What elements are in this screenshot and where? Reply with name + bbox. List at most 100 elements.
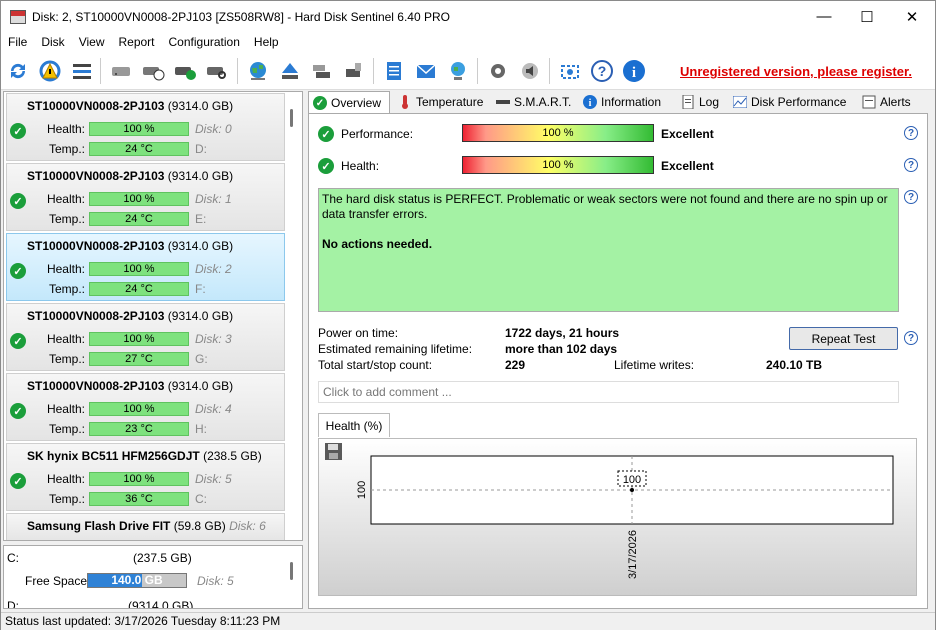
- temp-bar: 24 °C: [89, 142, 189, 156]
- menu-file[interactable]: File: [1, 35, 34, 49]
- disk-search-icon[interactable]: [203, 57, 231, 85]
- thermometer-icon: [398, 95, 412, 109]
- ok-check-icon: ✓: [10, 333, 26, 349]
- power-on-label: Power on time:: [318, 326, 399, 340]
- disk-stack-icon[interactable]: [308, 57, 336, 85]
- tab-alerts[interactable]: Alerts: [858, 91, 911, 113]
- tab-overview[interactable]: ✓ Overview: [308, 91, 390, 114]
- info-icon: i: [583, 95, 597, 109]
- register-link[interactable]: Unregistered version, please register.: [680, 64, 912, 79]
- health-label: Health:: [46, 332, 85, 346]
- menu-disk[interactable]: Disk: [34, 35, 71, 49]
- disk-item-5[interactable]: SK hynix BC511 HFM256GDJT (238.5 GB) ✓ H…: [6, 443, 285, 511]
- svg-text:?: ?: [598, 63, 607, 79]
- temp-bar: 23 °C: [89, 422, 189, 436]
- drive-letter: E:: [195, 212, 207, 226]
- repeat-test-button[interactable]: Repeat Test: [789, 327, 898, 350]
- disk-name: SK hynix BC511 HFM256GDJT (238.5 GB): [27, 449, 262, 463]
- svg-text:i: i: [632, 65, 636, 81]
- data-point: [630, 488, 634, 492]
- sound-icon[interactable]: [516, 57, 544, 85]
- health-label: Health:: [46, 262, 85, 276]
- mail-icon[interactable]: [412, 57, 440, 85]
- tab-smart[interactable]: S.M.A.R.T.: [492, 91, 571, 113]
- maximize-button[interactable]: ☐: [844, 1, 890, 32]
- smart-icon: [496, 95, 510, 109]
- volume-scrollbar[interactable]: [290, 562, 293, 580]
- health-help-icon[interactable]: ?: [904, 158, 918, 172]
- performance-chart-icon: [733, 95, 747, 109]
- disk-list-scrollbar[interactable]: [290, 109, 293, 127]
- disk-copy-icon[interactable]: [340, 57, 368, 85]
- health-bar: 100 %: [89, 262, 189, 276]
- gear-icon[interactable]: [484, 57, 512, 85]
- disk-item-1[interactable]: ST10000VN0008-2PJ103 (9314.0 GB) ✓ Healt…: [6, 163, 285, 231]
- performance-help-icon[interactable]: ?: [904, 126, 918, 140]
- x-tick-label: 3/17/2026: [627, 530, 639, 579]
- temp-label: Temp.:: [48, 352, 85, 366]
- disk-item-4[interactable]: ST10000VN0008-2PJ103 (9314.0 GB) ✓ Healt…: [6, 373, 285, 441]
- drive-letter: D:: [195, 142, 207, 156]
- action-text: No actions needed.: [322, 237, 433, 251]
- menu-help[interactable]: Help: [247, 35, 286, 49]
- status-help-icon[interactable]: ?: [904, 190, 918, 204]
- ok-check-icon: ✓: [10, 403, 26, 419]
- menu-view[interactable]: View: [72, 35, 112, 49]
- info-icon[interactable]: i: [620, 57, 648, 85]
- disk-name: ST10000VN0008-2PJ103 (9314.0 GB): [27, 309, 234, 323]
- health-label: Health:: [46, 192, 85, 206]
- temp-label: Temp.:: [48, 422, 85, 436]
- comment-input[interactable]: Click to add comment ...: [318, 381, 899, 403]
- disk-list-icon[interactable]: [68, 57, 96, 85]
- ok-check-icon: ✓: [10, 473, 26, 489]
- disk-name: ST10000VN0008-2PJ103 (9314.0 GB): [27, 239, 234, 253]
- refresh-icon[interactable]: [4, 57, 32, 85]
- health-chart: 100 3/17/2026 100: [356, 455, 894, 579]
- menu-configuration[interactable]: Configuration: [162, 35, 247, 49]
- volume-c-size: (237.5 GB): [133, 551, 192, 565]
- disk-drive-icon[interactable]: [107, 57, 135, 85]
- drive-letter: C:: [195, 492, 207, 506]
- tab-information[interactable]: i Information: [579, 91, 661, 113]
- toolbar-separator: [477, 58, 478, 84]
- disk-index: Disk: 5: [195, 472, 232, 486]
- alerts-icon: [862, 95, 876, 109]
- drive-letter: F:: [195, 282, 206, 296]
- tab-health-chart[interactable]: Health (%): [318, 413, 390, 437]
- refresh-warning-icon[interactable]: [36, 57, 64, 85]
- tab-temperature[interactable]: Temperature: [394, 91, 483, 113]
- tab-log[interactable]: Log: [677, 91, 719, 113]
- volume-c-disk: Disk: 5: [197, 574, 234, 588]
- volume-d-size: (9314.0 GB): [128, 599, 194, 609]
- title-bar: Disk: 2, ST10000VN0008-2PJ103 [ZS508RW8]…: [1, 1, 935, 32]
- status-bar: Status last updated: 3/17/2026 Tuesday 8…: [1, 612, 935, 630]
- disk-check-icon[interactable]: [171, 57, 199, 85]
- menu-report[interactable]: Report: [111, 35, 161, 49]
- disk-clock-icon[interactable]: [139, 57, 167, 85]
- close-button[interactable]: ✕: [889, 1, 935, 32]
- temp-label: Temp.:: [48, 142, 85, 156]
- minimize-button[interactable]: —: [801, 1, 847, 32]
- disk-item-3[interactable]: ST10000VN0008-2PJ103 (9314.0 GB) ✓ Healt…: [6, 303, 285, 371]
- health-chart-area: 100 3/17/2026 100: [318, 438, 917, 596]
- disk-item-6[interactable]: Samsung Flash Drive FIT (59.8 GB) Disk: …: [6, 513, 285, 540]
- disk-item-2[interactable]: ST10000VN0008-2PJ103 (9314.0 GB) ✓ Healt…: [6, 233, 285, 301]
- volume-panel: C: (237.5 GB) Free Space 140.0 GB Disk: …: [3, 545, 303, 609]
- network-icon[interactable]: [444, 57, 472, 85]
- ok-check-icon: ✓: [10, 263, 26, 279]
- report-icon[interactable]: [380, 57, 408, 85]
- repeat-test-help-icon[interactable]: ?: [904, 331, 918, 345]
- health-label: Health:: [341, 159, 380, 173]
- free-space-label: Free Space: [25, 574, 88, 588]
- writes-value: 240.10 TB: [766, 358, 823, 372]
- tab-disk-performance[interactable]: Disk Performance: [729, 91, 846, 113]
- log-icon: [681, 95, 695, 109]
- eject-icon[interactable]: [276, 57, 304, 85]
- performance-label: Performance:: [341, 127, 414, 141]
- disk-item-0[interactable]: ST10000VN0008-2PJ103 (9314.0 GB) ✓ Healt…: [6, 93, 285, 161]
- globe-icon[interactable]: [244, 57, 272, 85]
- screenshot-icon[interactable]: [556, 57, 584, 85]
- toolbar-separator: [549, 58, 550, 84]
- help-icon[interactable]: ?: [588, 57, 616, 85]
- temp-label: Temp.:: [48, 212, 85, 226]
